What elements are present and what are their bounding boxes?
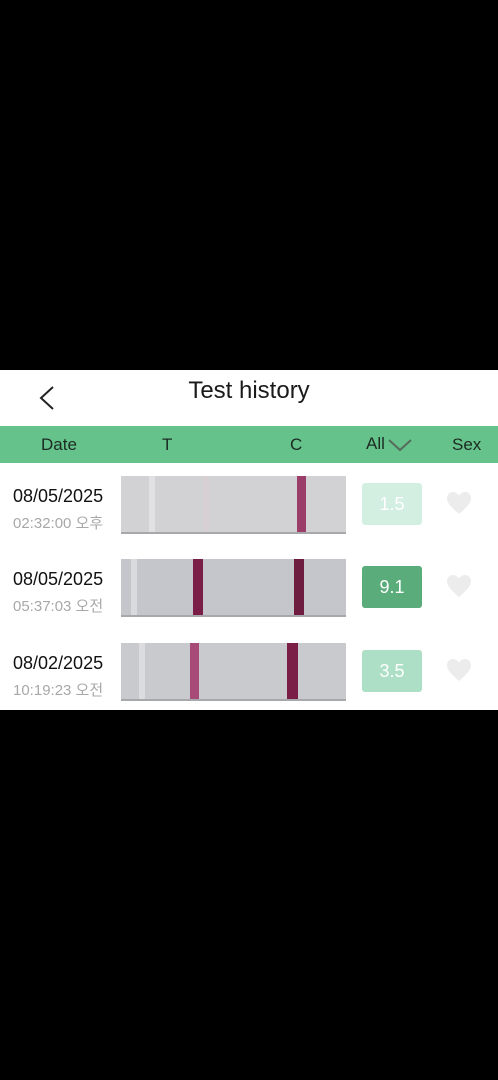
- heart-icon[interactable]: [446, 658, 472, 682]
- row-date: 08/02/2025: [13, 653, 104, 673]
- strip-t-line: [203, 476, 209, 532]
- heart-icon[interactable]: [446, 574, 472, 598]
- result-badge: 9.1: [362, 566, 422, 608]
- strip-t-line: [190, 643, 199, 699]
- row-time: 10:19:23 오전: [13, 682, 104, 699]
- chevron-down-icon: [388, 438, 412, 451]
- history-row[interactable]: 08/02/2025 10:19:23 오전 3.5: [0, 643, 498, 723]
- strip-t-line: [193, 559, 203, 615]
- history-row[interactable]: 08/05/2025 02:32:00 오후 1.5: [0, 476, 498, 556]
- test-strip-image[interactable]: [121, 643, 346, 701]
- header: Test history: [0, 370, 498, 426]
- result-badge: 3.5: [362, 650, 422, 692]
- result-badge: 1.5: [362, 483, 422, 525]
- strip-c-line: [287, 643, 298, 699]
- column-date[interactable]: Date: [41, 435, 77, 455]
- strip-edge: [149, 476, 155, 532]
- strip-edge: [139, 643, 145, 699]
- test-strip-image[interactable]: [121, 559, 346, 617]
- column-all-filter[interactable]: All: [366, 434, 412, 454]
- column-c: C: [290, 435, 303, 454]
- column-header-bar: Date T C All Sex: [0, 426, 498, 463]
- column-sex: Sex: [452, 435, 482, 454]
- column-all-label: All: [366, 434, 385, 453]
- row-date: 08/05/2025: [13, 569, 104, 589]
- heart-icon[interactable]: [446, 491, 472, 515]
- test-strip-image[interactable]: [121, 476, 346, 534]
- row-time: 05:37:03 오전: [13, 598, 104, 615]
- strip-c-line: [297, 476, 306, 532]
- history-row[interactable]: 08/05/2025 05:37:03 오전 9.1: [0, 559, 498, 639]
- row-time: 02:32:00 오후: [13, 515, 104, 532]
- history-panel: Test history Date T C All Sex 08/05/2025…: [0, 370, 498, 710]
- column-t: T: [162, 435, 173, 454]
- page-title: Test history: [188, 377, 310, 404]
- strip-edge: [131, 559, 137, 615]
- row-date: 08/05/2025: [13, 486, 104, 506]
- strip-c-line: [294, 559, 304, 615]
